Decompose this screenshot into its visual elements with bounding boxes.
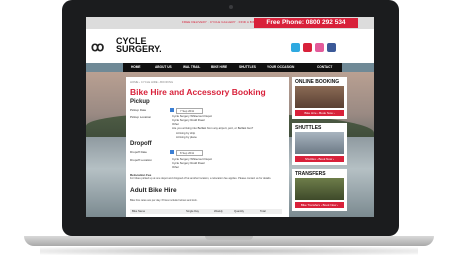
sidebar-shuttles[interactable]: SHUTTLES Shuttles › Book Now ›	[292, 123, 347, 165]
youtube-icon[interactable]	[303, 43, 312, 52]
page-title: Bike Hire and Accessory Booking	[130, 87, 266, 97]
relocation-text: For bikes picked up at one depot and dro…	[130, 177, 272, 180]
nav-item-occasion[interactable]: YOUR OCCASION	[267, 65, 294, 69]
nav-item-shuttles[interactable]: SHUTTLES	[239, 65, 256, 69]
book-now-button[interactable]: Shuttles › Book Now ›	[295, 156, 344, 162]
twitter-icon[interactable]	[291, 43, 300, 52]
column-header: Total	[260, 210, 266, 213]
sidebar-booking[interactable]: ONLINE BOOKING Bike Hire › Book Now ›	[292, 77, 347, 119]
nav-item-about[interactable]: ABOUT US	[155, 65, 172, 69]
top-links[interactable]: FREE DELIVERY · CYCLE GALLERY · FIND A B…	[182, 20, 257, 24]
pickup-heading: Pickup	[130, 99, 150, 105]
top-bar: FREE DELIVERY · CYCLE GALLERY · FIND A B…	[86, 17, 374, 29]
nav-item-contact[interactable]: CONTACT	[317, 65, 332, 69]
booking-panel: HOME › CYCLE HIRE › BOOKING Bike Hire an…	[126, 77, 289, 217]
breadcrumb[interactable]: HOME › CYCLE HIRE › BOOKING	[130, 80, 173, 84]
facebook-icon[interactable]	[327, 43, 336, 52]
flickr-icon[interactable]	[315, 43, 324, 52]
bike-logo-icon[interactable]: ꝏ	[91, 39, 104, 55]
sidebar-transfers[interactable]: TRANSFERS Bike Transfers › Book Now ›	[292, 169, 347, 211]
sidebar-title: ONLINE BOOKING	[295, 79, 340, 85]
dropoff-location-label: Dropoff Location	[130, 158, 152, 162]
transfer-image	[295, 178, 344, 200]
laptop-notch	[205, 236, 253, 240]
phone-banner: Free Phone: 0800 292 534	[254, 18, 358, 28]
site-logo[interactable]: CYCLE SURGERY.	[116, 37, 162, 54]
camera-icon	[229, 5, 233, 9]
booking-image	[295, 86, 344, 108]
adult-hire-heading: Adult Bike Hire	[130, 187, 177, 194]
nav-item-bike-hire[interactable]: BIKE HIRE	[211, 65, 227, 69]
calendar-icon[interactable]	[170, 150, 174, 154]
main-nav: HOME ABOUT US WAL TRAIL BIKE HIRE SHUTTL…	[123, 63, 342, 72]
book-now-button[interactable]: Bike Transfers › Book Now ›	[295, 202, 344, 208]
adult-hire-text: Bike hire rates are per day. Prices incl…	[130, 199, 198, 202]
column-header: Bike Name	[132, 210, 146, 213]
sidebar: ONLINE BOOKING Bike Hire › Book Now › SH…	[292, 77, 347, 217]
laptop-screen: FREE DELIVERY · CYCLE GALLERY · FIND A B…	[86, 17, 374, 217]
dropoff-date-field[interactable]: 8 Sep 2011	[176, 150, 203, 156]
column-header: Quantity	[234, 210, 245, 213]
site-header: ꝏ CYCLE SURGERY.	[86, 29, 374, 63]
shuttle-image	[295, 132, 344, 154]
column-header: Single Day	[186, 210, 199, 213]
pickup-sub-option-2[interactable]: Arriving by plane	[176, 135, 197, 139]
dropoff-option-3[interactable]: Other	[172, 165, 179, 169]
nav-item-home[interactable]: HOME	[131, 65, 141, 69]
book-now-button[interactable]: Bike Hire › Book Now ›	[295, 110, 344, 116]
dropoff-date-label: Dropoff Date	[130, 150, 147, 154]
logo-line2: SURGERY.	[116, 44, 162, 54]
sidebar-title: TRANSFERS	[295, 171, 326, 177]
pickup-date-label: Pickup Date	[130, 108, 147, 112]
laptop-shadow	[40, 247, 418, 255]
pickup-location-label: Pickup Location	[130, 115, 152, 119]
calendar-icon[interactable]	[170, 108, 174, 112]
sidebar-title: SHUTTLES	[295, 125, 322, 131]
hire-table-header: Bike Name Single Day Weekly Quantity Tot…	[130, 209, 282, 214]
nav-item-trail[interactable]: WAL TRAIL	[183, 65, 200, 69]
column-header: Weekly	[214, 210, 223, 213]
dropoff-heading: Dropoff	[130, 141, 152, 147]
pickup-question: Are you arriving into Belfast from any a…	[172, 126, 254, 130]
